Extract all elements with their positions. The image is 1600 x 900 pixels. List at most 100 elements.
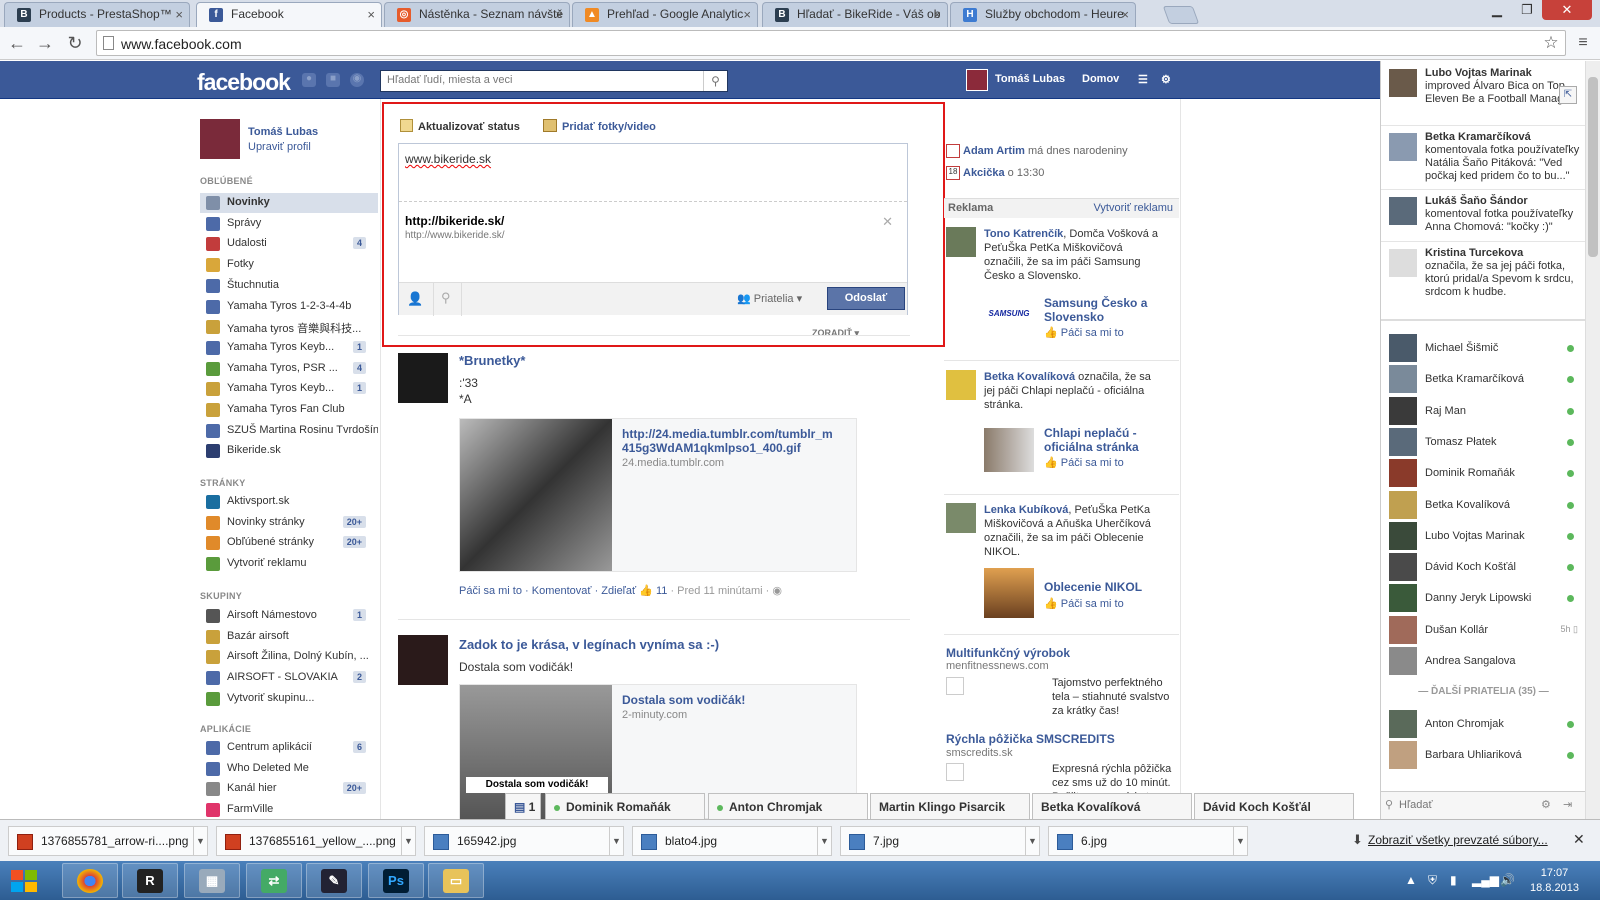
sidebar-item[interactable]: AIRSOFT - SLOVAKIA 2 [200,668,378,688]
chevron-down-icon[interactable]: ▼ [1233,827,1247,855]
notifications-icon[interactable]: ◉ [350,73,364,87]
sponsored-title[interactable]: Rýchla pôžička SMSCREDITS [946,732,1115,746]
chat-friend[interactable]: Danny Jeryk Lipowski [1389,584,1584,613]
chat-friend[interactable]: Anton Chromjak [1389,710,1584,738]
sidebar-item[interactable]: Bazár airsoft [200,627,378,647]
chat-friend[interactable]: Tomasz Płatek [1389,427,1584,456]
chat-tab[interactable]: ▤ 1 [505,793,541,819]
browser-tab[interactable]: ◎ Nástěnka - Seznam návště × [384,2,570,27]
browser-tab[interactable]: H Služby obchodom - Heure × [950,2,1136,27]
ad-like-button[interactable]: 👍 Páči sa mi to [1044,326,1124,340]
chat-tab[interactable]: Dominik Romaňák [545,793,705,819]
sidebar-item[interactable]: Who Deleted Me [200,759,378,779]
sidebar-item[interactable]: Yamaha Tyros Fan Club [200,400,378,420]
close-tab-icon[interactable]: × [743,7,751,22]
privacy-shortcuts-icon[interactable]: ☰ [1138,73,1148,86]
location-pin-icon[interactable]: ⚲ [441,290,451,306]
taskbar-chrome[interactable] [62,863,118,898]
chat-settings-icon[interactable]: ⚙ [1541,798,1551,811]
facebook-logo[interactable]: facebook [197,69,291,96]
chat-search-input[interactable]: ⚲ Hľadať ⚙ ⇥ [1381,791,1586,819]
status-text[interactable]: www.bikeride.sk [405,152,491,166]
sidebar-item[interactable]: Aktivsport.sk [200,492,378,512]
sidebar-item[interactable]: Yamaha Tyros Keyb... 1 [200,338,378,358]
ad-friend-avatar[interactable] [946,370,976,400]
tag-people-icon[interactable]: 👤 [407,291,423,307]
chat-friend[interactable]: Dušan Kollár 5h ▯ [1389,615,1584,644]
profile-link[interactable]: Tomáš Lubas [995,73,1065,85]
chat-friend[interactable]: Betka Kovalíková [1389,490,1584,519]
chat-friend[interactable]: Lubo Vojtas Marinak [1389,521,1584,550]
messages-icon[interactable]: ■ [326,73,340,87]
post-button[interactable]: Odoslať [827,287,905,310]
event-birthday[interactable]: Adam Artim má dnes narodeniny [963,145,1128,157]
ticker-avatar[interactable] [1389,69,1417,97]
ad-page-name[interactable]: Oblecenie NIKOL [1044,580,1169,594]
sidebar-item[interactable]: Yamaha Tyros, PSR ... 4 [200,359,378,379]
start-button[interactable] [10,867,38,895]
chat-friend[interactable]: Michael Šišmič [1389,334,1584,362]
post-attachment[interactable]: http://24.media.tumblr.com/tumblr_m415g3… [459,418,857,572]
url-input[interactable]: www.facebook.com [96,30,1566,56]
close-tab-icon[interactable]: × [933,7,941,22]
chat-tab[interactable]: Betka Kovalíková [1032,793,1192,819]
sort-button[interactable]: ZORADIŤ ▾ [812,328,859,339]
friend-requests-icon[interactable]: ● [302,73,316,87]
chevron-down-icon[interactable]: ▼ [609,827,623,855]
sidebar-item[interactable]: Yamaha tyros 音樂與科技... [200,317,378,337]
forward-icon[interactable]: → [34,31,56,55]
ad-page-name[interactable]: Chlapi neplačú - oficiálna stránka [1044,426,1169,454]
system-clock[interactable]: 17:07 18.8.2013 [1530,866,1579,896]
close-window-button[interactable]: ✕ [1542,0,1592,20]
ad-like-button[interactable]: 👍 Páči sa mi to [1044,597,1124,611]
browser-tab[interactable]: ▲ Prehľad - Google Analytic × [572,2,758,27]
sidebar-item[interactable]: Novinky [200,193,378,213]
chat-friend[interactable]: Barbara Uhliariková [1389,741,1584,770]
tab-add-photo[interactable]: Pridať fotky/video [543,119,656,133]
search-input[interactable]: Hľadať ľudí, miesta a veci ⚲ [380,70,728,92]
browser-tab[interactable]: B Hľadať - BikeRide - Váš ob × [762,2,948,27]
close-tab-icon[interactable]: × [1121,7,1129,22]
sidebar-item[interactable]: Airsoft Námestovo 1 [200,606,378,626]
chat-friend[interactable]: Raj Man [1389,396,1584,425]
post-actions[interactable]: Páči sa mi to · Komentovať · Zdieľať 👍 1… [459,584,782,597]
show-all-downloads-link[interactable]: Zobraziť všetky prevzaté súbory... [1368,833,1548,847]
download-item[interactable]: blato4.jpg ▼ [632,826,832,856]
chat-friend[interactable]: Betka Kramarčíková [1389,365,1584,394]
sidebar-item[interactable]: FarmVille [200,800,378,820]
new-tab-button[interactable] [1162,6,1200,24]
sidebar-item[interactable]: Obľúbené stránky 20+ [200,533,378,553]
minimize-button[interactable]: ▁ [1482,0,1512,20]
download-item[interactable]: 6.jpg ▼ [1048,826,1248,856]
post-title[interactable]: *Brunetky* [459,353,525,368]
ad-page-name[interactable]: Samsung Česko a Slovensko [1044,296,1169,324]
close-tab-icon[interactable]: × [555,7,563,22]
reload-icon[interactable]: ↻ [64,31,86,55]
sidebar-item[interactable]: Vytvoriť skupinu... [200,689,378,709]
settings-gear-icon[interactable]: ⚙ [1161,73,1171,86]
home-link[interactable]: Domov [1082,73,1119,85]
sidebar-item[interactable]: Airsoft Žilina, Dolný Kubín, ... [200,647,378,667]
tab-update-status[interactable]: Aktualizovať status [400,119,520,133]
tray-signal-icon[interactable]: ▂▄▆ [1472,873,1499,887]
post-title[interactable]: Zadok to je krása, v legínach vyníma sa … [459,637,719,652]
download-item[interactable]: 7.jpg ▼ [840,826,1040,856]
menu-icon[interactable]: ≡ [1572,31,1594,55]
tray-volume-icon[interactable]: 🔊 [1500,873,1515,887]
sidebar-item[interactable]: Správy [200,214,378,234]
chat-tab[interactable]: Dávid Koch Košťál [1194,793,1354,819]
download-item[interactable]: 165942.jpg ▼ [424,826,624,856]
broken-image-icon[interactable] [946,763,964,781]
taskbar-explorer[interactable]: ▭ [428,863,484,898]
tray-power-icon[interactable]: ▮ [1450,873,1457,887]
sidebar-item[interactable]: Novinky stránky 20+ [200,513,378,533]
audience-selector[interactable]: 👥 Priatelia ▾ [737,292,802,305]
tray-chevron-icon[interactable]: ▲ [1405,873,1417,887]
taskbar-rockstar[interactable]: R [122,863,178,898]
status-composer[interactable]: www.bikeride.sk http://bikeride.sk/ http… [398,143,908,316]
sidebar-item[interactable]: Yamaha Tyros Keyb... 1 [200,379,378,399]
taskbar-app[interactable]: ▦ [184,863,240,898]
sidebar-item[interactable]: Vytvoriť reklamu [200,554,378,574]
post-avatar[interactable] [398,353,448,403]
profile-avatar[interactable] [200,119,240,159]
